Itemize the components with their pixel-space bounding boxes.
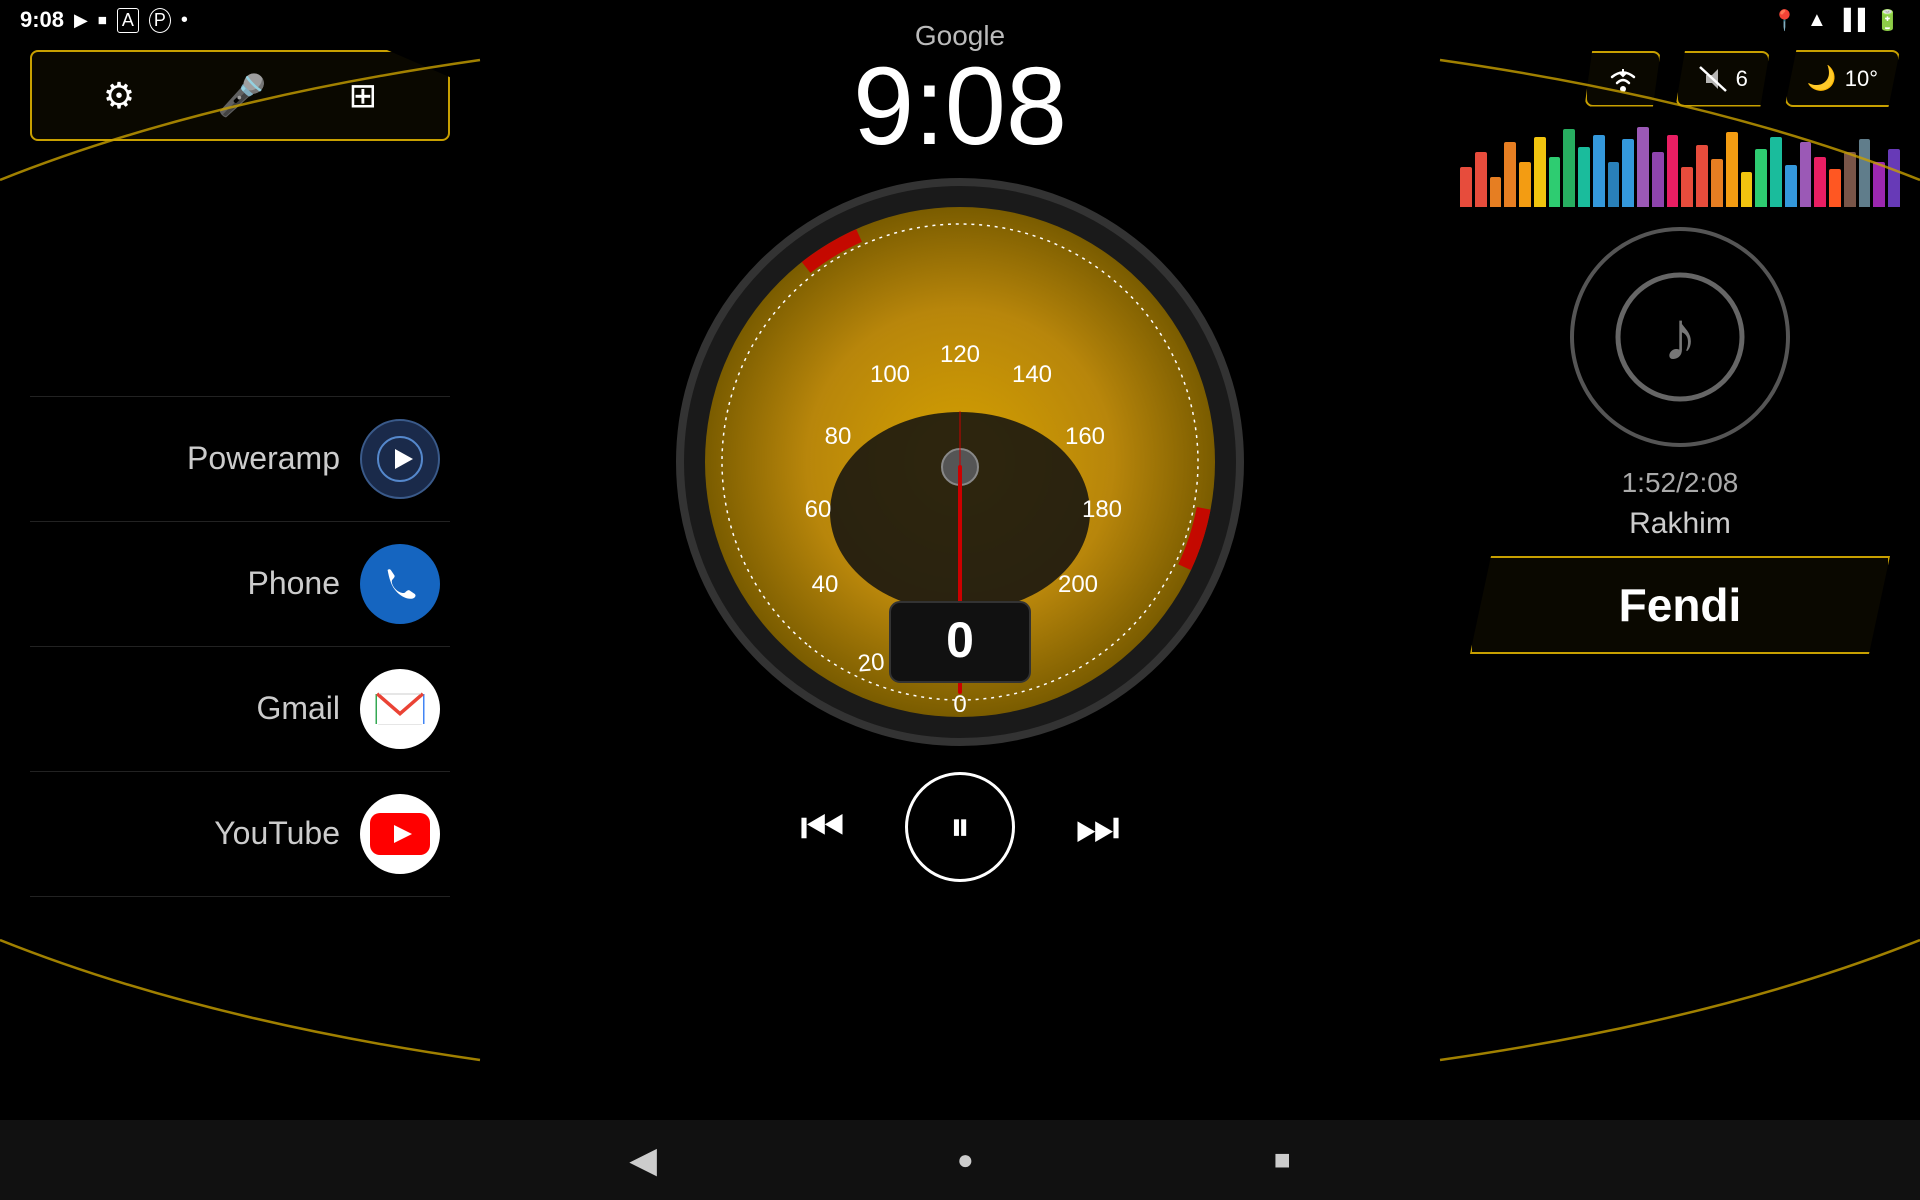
settings-icon[interactable]: ⚙	[103, 75, 135, 117]
dot-icon: •	[181, 9, 188, 32]
eq-bars	[1460, 127, 1900, 207]
pause-icon: ⏸	[950, 805, 970, 850]
app-item-poweramp[interactable]: Poweramp	[30, 396, 450, 522]
status-time: 9:08	[20, 7, 64, 33]
wifi-icon	[1607, 65, 1639, 93]
settings-toolbar: ⚙ 🎤 ⊞	[30, 50, 450, 141]
apps-grid-icon[interactable]: ⊞	[349, 76, 378, 116]
left-panel: ⚙ 🎤 ⊞ Poweramp Phone Gma	[0, 0, 480, 1200]
status-bar-right: 📍 ▲ ▐▐ 🔋	[1772, 8, 1900, 33]
svg-text:120: 120	[940, 341, 980, 368]
play-icon: ▶	[74, 10, 88, 31]
music-note-svg: ♪	[1615, 272, 1745, 402]
app-icon-phone	[360, 544, 440, 624]
svg-text:0: 0	[953, 691, 966, 718]
svg-text:160: 160	[1065, 423, 1105, 450]
pause-button[interactable]: ⏸	[905, 772, 1015, 882]
moon-icon: 🌙	[1807, 64, 1837, 93]
center-panel: Google 9:08	[480, 0, 1440, 1200]
track-time: 1:52/2:08	[1622, 467, 1739, 499]
app-icon-poweramp	[360, 419, 440, 499]
location-icon: 📍	[1772, 8, 1797, 33]
svg-text:20: 20	[857, 648, 886, 677]
equalizer	[1460, 127, 1900, 207]
svg-text:♪: ♪	[1663, 297, 1698, 375]
app-label-youtube: YouTube	[40, 815, 340, 852]
music-controls: ⏮ ⏸ ⏭	[800, 772, 1120, 882]
microphone-icon[interactable]: 🎤	[217, 72, 267, 119]
app-item-phone[interactable]: Phone	[30, 522, 450, 647]
mute-icon	[1698, 65, 1728, 93]
app-item-gmail[interactable]: Gmail	[30, 647, 450, 772]
wifi-status-icon: ▲	[1807, 9, 1827, 32]
app-icon-youtube	[360, 794, 440, 874]
status-bar: 9:08 ▶ ⏹ A P • 📍 ▲ ▐▐ 🔋	[0, 0, 1920, 40]
music-note-icon: ♪	[1570, 227, 1790, 447]
app-label-poweramp: Poweramp	[40, 440, 340, 477]
app-item-youtube[interactable]: YouTube	[30, 772, 450, 897]
app-icon-gmail	[360, 669, 440, 749]
signal-icon: ▐▐	[1837, 9, 1865, 32]
right-panel: 6 🌙 10°	[1440, 0, 1920, 1200]
wifi-widget[interactable]	[1585, 51, 1661, 107]
battery-icon: 🔋	[1875, 8, 1900, 33]
clock-display: 9:08	[853, 52, 1067, 162]
weather-widget[interactable]: 🌙 10°	[1785, 50, 1900, 107]
nav-bar: ◀ ● ■	[0, 1120, 1920, 1200]
svg-text:180: 180	[1082, 496, 1122, 523]
svg-text:100: 100	[870, 361, 910, 388]
track-title: Fendi	[1619, 579, 1742, 631]
p-icon: P	[149, 8, 171, 33]
track-artist: Rakhim	[1622, 507, 1739, 541]
app-label-phone: Phone	[40, 565, 340, 602]
svg-text:60: 60	[805, 496, 832, 523]
stop-icon: ⏹	[98, 10, 107, 31]
track-title-banner: Fendi	[1470, 556, 1890, 654]
prev-button[interactable]: ⏮	[800, 798, 845, 857]
svg-text:80: 80	[825, 423, 852, 450]
temperature: 10°	[1845, 66, 1878, 92]
speed-readout: 0	[946, 612, 974, 668]
mute-value: 6	[1736, 66, 1748, 92]
svg-text:40: 40	[812, 571, 839, 598]
next-button[interactable]: ⏭	[1075, 798, 1120, 857]
status-icons: 6 🌙 10°	[1585, 50, 1900, 107]
app-label-gmail: Gmail	[40, 690, 340, 727]
recents-button[interactable]: ■	[1274, 1144, 1291, 1176]
back-button[interactable]: ◀	[629, 1139, 657, 1181]
svg-text:140: 140	[1012, 361, 1052, 388]
home-button[interactable]: ●	[957, 1144, 974, 1176]
speedometer: 20 40 60 80 100 120 140 160 180 200 0	[670, 172, 1250, 752]
a-icon: A	[117, 8, 139, 33]
track-info: 1:52/2:08 Rakhim	[1622, 467, 1739, 541]
svg-text:200: 200	[1058, 571, 1098, 598]
google-time: Google 9:08	[853, 20, 1067, 162]
app-list: Poweramp Phone Gmail	[0, 181, 480, 1111]
mute-widget[interactable]: 6	[1676, 51, 1770, 107]
status-bar-left: 9:08 ▶ ⏹ A P •	[20, 7, 188, 33]
